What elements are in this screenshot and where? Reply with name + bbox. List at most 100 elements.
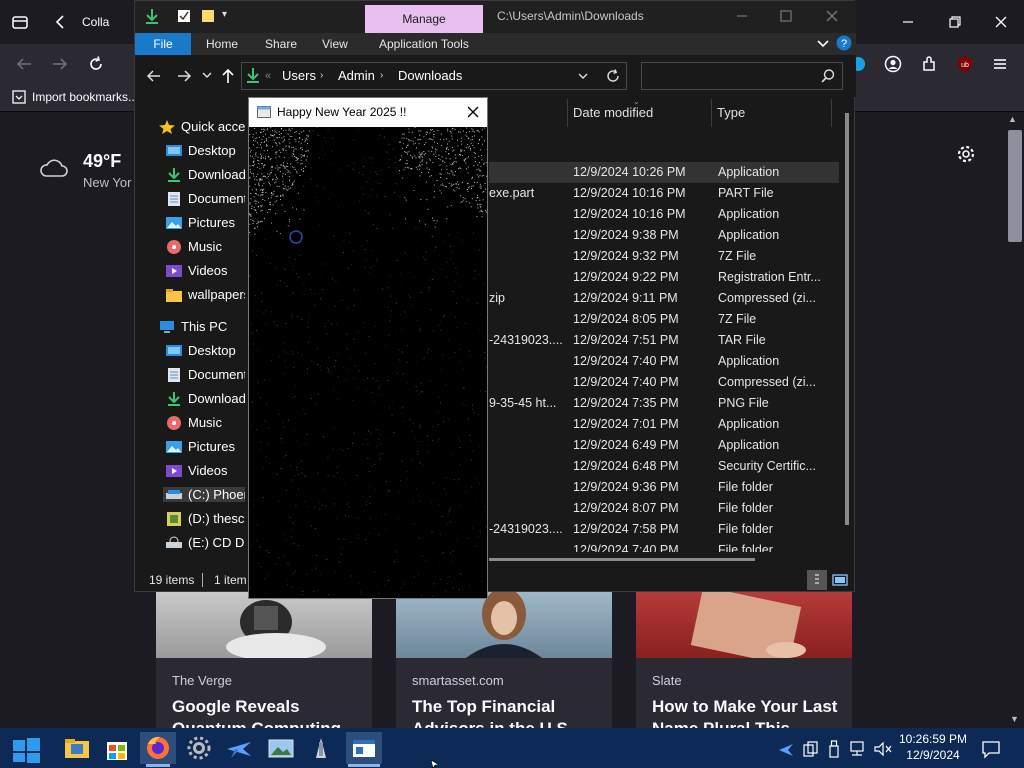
file-row[interactable]: 12/9/2024 7:40 PM File folder — [489, 540, 839, 552]
file-list-hscrollbar[interactable] — [489, 558, 755, 561]
image-viewer-icon[interactable] — [263, 732, 299, 764]
settings-gear-app-icon[interactable] — [181, 732, 217, 764]
file-row[interactable]: -24319023.... 12/9/2024 7:51 PM TAR File — [489, 330, 839, 351]
import-bookmarks-link[interactable]: Import bookmarks... — [12, 90, 138, 104]
nav-item[interactable]: Desktop — [166, 143, 236, 158]
file-row[interactable]: 12/9/2024 9:22 PM Registration Entr... — [489, 267, 839, 288]
story-headline[interactable]: Google Reveals Quantum Computing — [172, 696, 372, 728]
file-row[interactable]: exe.part 12/9/2024 10:16 PM PART File — [489, 183, 839, 204]
file-row[interactable]: 12/9/2024 6:49 PM Application — [489, 435, 839, 456]
recent-locations-icon[interactable] — [201, 69, 213, 81]
explorer-close-icon[interactable] — [823, 7, 841, 25]
file-row[interactable]: 12/9/2024 9:32 PM 7Z File — [489, 246, 839, 267]
tray-plane-icon[interactable] — [777, 740, 795, 758]
taskbar-clock[interactable]: 10:26:59 PM 12/9/2024 — [898, 731, 968, 763]
story-card[interactable]: smartasset.com The Top Financial Advisor… — [396, 592, 612, 728]
tray-copy-icon[interactable] — [803, 740, 819, 758]
browser-restore-icon[interactable] — [945, 12, 965, 32]
file-row[interactable]: 12/9/2024 9:36 PM File folder — [489, 477, 839, 498]
file-row[interactable]: 12/9/2024 10:16 PM Application — [489, 204, 839, 225]
start-icon[interactable] — [8, 732, 44, 764]
plane-app-icon[interactable] — [221, 732, 257, 764]
qat-customize-icon[interactable]: ▾ — [222, 9, 227, 20]
file-row[interactable]: 12/9/2024 7:40 PM Compressed (zi... — [489, 372, 839, 393]
breadcrumb-downloads[interactable]: Downloads — [398, 68, 462, 83]
account-icon[interactable] — [883, 54, 903, 74]
installer-icon[interactable] — [303, 732, 339, 764]
large-icons-view-icon[interactable] — [832, 572, 848, 588]
forward-arrow-icon[interactable] — [175, 67, 193, 85]
file-row[interactable]: 12/9/2024 6:48 PM Security Certific... — [489, 456, 839, 477]
popup-window-icon[interactable] — [346, 732, 382, 764]
browser-minimize-icon[interactable] — [898, 12, 918, 32]
extensions-icon[interactable] — [919, 54, 939, 74]
tab-share[interactable]: Share — [265, 37, 297, 51]
breadcrumb-separator-icon[interactable]: › — [320, 70, 323, 81]
network-icon[interactable] — [849, 740, 869, 758]
browser-menu-icon[interactable] — [990, 54, 1010, 74]
tab-scroll-left-icon[interactable] — [52, 12, 68, 32]
explorer-minimize-icon[interactable] — [733, 7, 751, 25]
firefox-icon[interactable] — [140, 732, 176, 764]
tab-application-tools[interactable]: Application Tools — [379, 37, 469, 51]
column-separator[interactable] — [831, 99, 832, 127]
column-date-modified[interactable]: Date modified — [573, 105, 653, 120]
popup-close-icon[interactable] — [465, 104, 481, 120]
volume-muted-icon[interactable] — [873, 740, 893, 758]
file-row[interactable]: 12/9/2024 7:40 PM Application — [489, 351, 839, 372]
address-dropdown-icon[interactable] — [577, 70, 589, 82]
ribbon-expand-icon[interactable] — [816, 37, 830, 51]
breadcrumb-separator-icon[interactable]: › — [380, 70, 383, 81]
file-list-scrollbar[interactable] — [845, 113, 849, 525]
tab-file[interactable]: File — [135, 33, 191, 55]
breadcrumb-users[interactable]: Users — [282, 68, 316, 83]
search-icon[interactable] — [820, 68, 836, 84]
qat-download-icon[interactable] — [145, 8, 159, 24]
tab-view[interactable]: View — [322, 37, 348, 51]
browser-forward-icon[interactable] — [50, 54, 70, 74]
file-row[interactable]: 12/9/2024 10:26 PM Application — [489, 162, 839, 183]
file-row[interactable]: 12/9/2024 8:07 PM File folder — [489, 498, 839, 519]
story-headline[interactable]: The Top Financial Advisors in the U.S. — [412, 696, 612, 728]
file-row[interactable]: -24319023.... 12/9/2024 7:58 PM File folde… — [489, 519, 839, 540]
file-row[interactable]: zip 12/9/2024 9:11 PM Compressed (zi... — [489, 288, 839, 309]
newtab-settings-icon[interactable] — [955, 143, 977, 165]
browser-tab-label[interactable]: Colla — [82, 15, 109, 29]
up-arrow-icon[interactable] — [219, 67, 237, 85]
file-explorer-icon[interactable] — [59, 732, 95, 764]
tray-usb-icon[interactable] — [827, 740, 841, 758]
breadcrumb-admin[interactable]: Admin — [338, 68, 375, 83]
breadcrumb-overflow[interactable]: « — [265, 70, 271, 82]
ublock-icon[interactable]: ub — [955, 54, 975, 74]
details-view-icon[interactable] — [807, 570, 827, 590]
nav-item[interactable]: Quick access — [159, 119, 245, 134]
browser-reload-icon[interactable] — [86, 54, 106, 74]
file-row[interactable]: 12/9/2024 8:05 PM 7Z File — [489, 309, 839, 330]
file-row[interactable]: 9-35-45 ht... 12/9/2024 7:35 PM PNG File — [489, 393, 839, 414]
file-row[interactable]: 12/9/2024 7:01 PM Application — [489, 414, 839, 435]
column-separator[interactable] — [711, 99, 712, 127]
story-card[interactable]: Slate How to Make Your Last Name Plural … — [636, 592, 852, 728]
column-separator[interactable] — [567, 99, 568, 127]
story-headline[interactable]: How to Make Your Last Name Plural This — [652, 696, 852, 728]
store-icon[interactable] — [99, 732, 135, 764]
tab-list-icon[interactable] — [10, 12, 30, 32]
page-scrollbar-thumb[interactable] — [1008, 130, 1022, 242]
manage-context-tab[interactable]: Manage — [365, 5, 483, 33]
scroll-down-arrow-icon[interactable]: ▼ — [1010, 714, 1019, 724]
qat-properties-icon[interactable] — [177, 9, 191, 23]
browser-close-icon[interactable] — [991, 12, 1011, 32]
explorer-maximize-icon[interactable] — [777, 7, 795, 25]
column-type[interactable]: Type — [717, 105, 745, 120]
tab-home[interactable]: Home — [206, 37, 238, 51]
scroll-up-arrow-icon[interactable]: ▲ — [1008, 114, 1017, 124]
back-arrow-icon[interactable] — [145, 67, 163, 85]
file-row[interactable]: 12/9/2024 9:38 PM Application — [489, 225, 839, 246]
help-icon[interactable]: ? — [836, 35, 852, 51]
story-card[interactable]: The Verge Google Reveals Quantum Computi… — [156, 592, 372, 728]
browser-back-icon[interactable] — [14, 54, 34, 74]
refresh-icon[interactable] — [605, 68, 621, 84]
search-box[interactable] — [641, 62, 843, 90]
action-center-icon[interactable] — [981, 739, 1001, 759]
qat-new-folder-icon[interactable] — [201, 9, 215, 23]
